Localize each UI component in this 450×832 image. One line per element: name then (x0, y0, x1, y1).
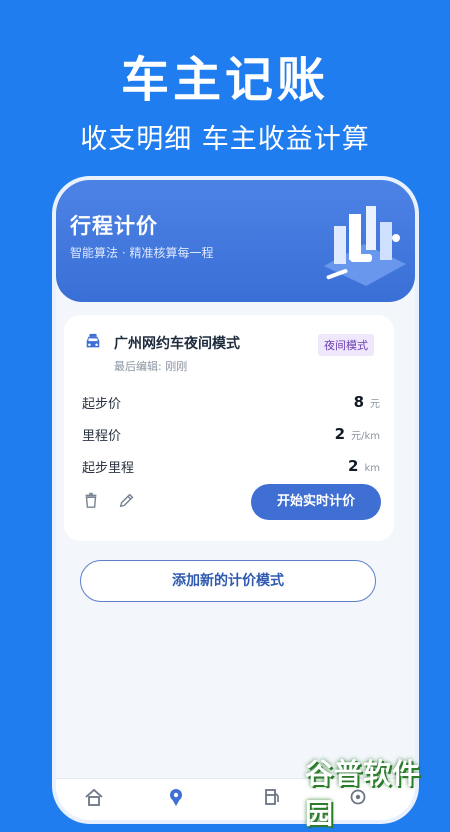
page-subtitle: 智能算法 · 精准核算每一程 (70, 246, 214, 260)
add-pricing-mode-button[interactable]: 添加新的计价模式 (80, 560, 376, 602)
start-price-row: 起步价 8元 (82, 393, 380, 413)
pricing-mode-card: 广州网约车夜间模式 夜间模式 最后编辑: 刚刚 起步价 8元 里程价 2 元/km… (64, 315, 394, 541)
page-header: 行程计价 智能算法 · 精准核算每一程 (56, 180, 415, 302)
row-number: 2 (348, 457, 359, 475)
mode-title: 广州网约车夜间模式 (114, 336, 240, 352)
trash-icon[interactable] (82, 491, 100, 509)
promo-subtitle: 收支明细 车主收益计算 (80, 124, 370, 155)
edit-icon[interactable] (118, 491, 136, 509)
mode-badge: 夜间模式 (318, 334, 374, 356)
phone-screen: 行程计价 智能算法 · 精准核算每一程 广州网约车夜间模式 夜间模式 最后编辑:… (56, 180, 415, 820)
row-value: 8元 (354, 393, 380, 411)
fuel-icon[interactable] (262, 787, 282, 807)
row-value: 2 元/km (335, 425, 380, 443)
row-unit: 元/km (351, 431, 380, 442)
watermark: 谷普软件园 (305, 757, 422, 830)
car-icon (86, 333, 100, 348)
home-icon[interactable] (84, 787, 104, 807)
promo-title: 车主记账 (120, 52, 329, 108)
row-label: 里程价 (82, 429, 122, 444)
city-illustration-icon (324, 206, 406, 286)
row-number: 2 (334, 425, 346, 443)
location-icon[interactable] (166, 787, 186, 807)
row-label: 起步里程 (82, 461, 135, 476)
page-title: 行程计价 (70, 214, 158, 238)
row-value: 2 km (348, 457, 380, 475)
last-edit-text: 最后编辑: 刚刚 (114, 360, 188, 373)
row-unit: 元 (370, 399, 380, 410)
start-mileage-row: 起步里程 2 km (82, 457, 380, 477)
mileage-price-row: 里程价 2 元/km (82, 425, 380, 445)
row-number: 8 (353, 393, 364, 411)
row-label: 起步价 (82, 397, 122, 412)
row-unit: km (364, 463, 380, 474)
start-pricing-button[interactable]: 开始实时计价 (251, 484, 381, 520)
